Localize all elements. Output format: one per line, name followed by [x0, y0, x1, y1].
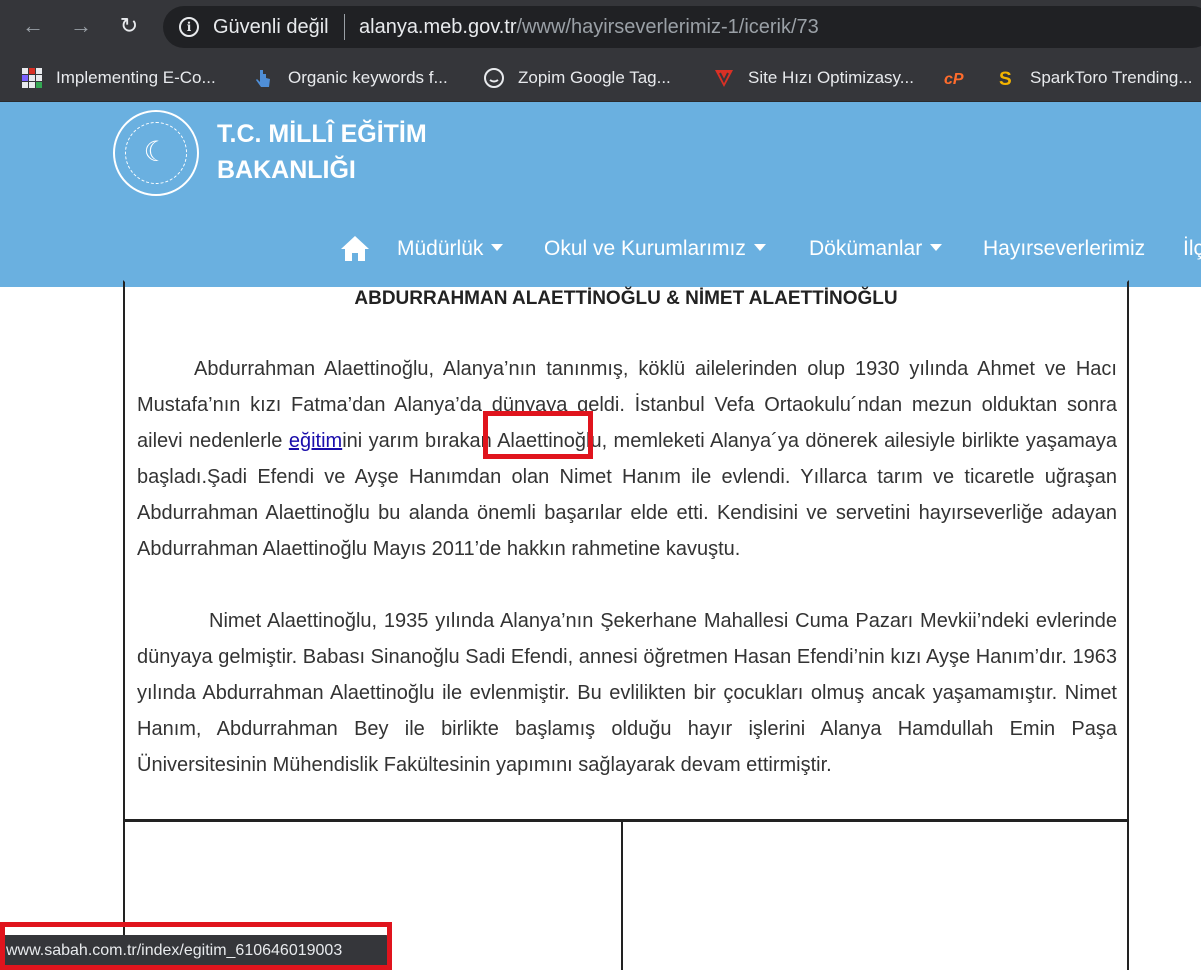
bookmark-site-hizi[interactable]: Site Hızı Optimizasy... — [714, 54, 914, 102]
link-highlight-box — [483, 411, 593, 459]
status-highlight-box — [0, 922, 392, 970]
nav-item-mudurluk[interactable]: Müdürlük — [397, 234, 504, 264]
browser-toolbar: ← → ↻ i Güvenli değil alanya.meb.gov.tr/… — [0, 0, 1201, 54]
egitim-link[interactable]: eğitim — [289, 430, 342, 452]
nav-label: Hayırseverlerimiz — [983, 237, 1146, 260]
article-table: ABDURRAHMAN ALAETTİNOĞLU & NİMET ALAETTİ… — [123, 280, 1129, 821]
address-bar[interactable]: i Güvenli değil alanya.meb.gov.tr/www/ha… — [163, 6, 1201, 48]
forward-arrow-icon[interactable]: → — [66, 10, 96, 42]
svg-text:S: S — [999, 69, 1012, 88]
bookmark-organic-keywords[interactable]: Organic keywords f... — [254, 54, 448, 102]
article-paragraph-2: Nimet Alaettinoğlu, 1935 yılında Alanya’… — [137, 603, 1117, 783]
nav-label: İlç — [1183, 237, 1201, 260]
paragraph-text: Nimet Alaettinoğlu, 1935 yılında Alanya’… — [137, 610, 1117, 776]
back-arrow-icon[interactable]: ← — [18, 10, 48, 42]
table-cell-right — [621, 821, 1129, 970]
bookmark-zopim-google-tag[interactable]: Zopim Google Tag... — [484, 54, 671, 102]
article-paragraph-1: Abdurrahman Alaettinoğlu, Alanya’nın tan… — [137, 351, 1117, 567]
cpanel-icon: cP — [944, 71, 964, 88]
home-icon[interactable] — [340, 234, 370, 262]
bookmarks-bar: Implementing E-Co... Organic keywords f.… — [0, 54, 1201, 102]
nav-item-ilceler[interactable]: İlç — [1183, 234, 1201, 264]
shield-v-icon — [715, 70, 733, 87]
nav-label: Okul ve Kurumlarımız — [544, 237, 746, 260]
chevron-down-icon — [930, 243, 943, 251]
svg-text:cP: cP — [944, 71, 964, 88]
sparktoro-icon: S — [999, 69, 1012, 88]
main-navigation: Müdürlük Okul ve Kurumlarımız Dökümanlar… — [0, 230, 1201, 270]
nav-item-okul-ve-kurumlarimiz[interactable]: Okul ve Kurumlarımız — [544, 234, 766, 264]
security-label[interactable]: Güvenli değil — [213, 15, 329, 39]
chevron-down-icon — [753, 243, 766, 251]
bookmark-implementing-ecommerce[interactable]: Implementing E-Co... — [22, 54, 216, 102]
grid-app-icon — [22, 68, 42, 88]
meb-logo[interactable]: ☾ — [113, 110, 199, 196]
reload-icon[interactable]: ↻ — [114, 10, 144, 42]
bookmark-sparktoro[interactable]: S SparkToro Trending... — [996, 54, 1193, 102]
bookmark-label: Zopim Google Tag... — [518, 68, 671, 87]
chat-icon — [484, 68, 504, 88]
nav-item-dokumanlar[interactable]: Dökümanlar — [809, 234, 943, 264]
info-icon[interactable]: i — [179, 17, 199, 37]
url-path: /www/hayirseverlerimiz-1/icerik/73 — [516, 16, 819, 38]
site-header: ☾ T.C. MİLLÎ EĞİTİM BAKANLIĞI Müdürlük O… — [0, 102, 1201, 287]
pointer-icon — [256, 70, 270, 87]
url-host: alanya.meb.gov.tr — [359, 16, 517, 38]
address-separator — [344, 14, 345, 40]
chevron-down-icon — [491, 243, 504, 251]
bookmark-label: SparkToro Trending... — [1030, 68, 1193, 87]
bookmark-label: Organic keywords f... — [288, 68, 448, 87]
url-text[interactable]: alanya.meb.gov.tr/www/hayirseverlerimiz-… — [359, 15, 819, 39]
bookmark-cpanel[interactable]: cP — [944, 54, 982, 102]
logo-emblem-icon: ☾ — [143, 136, 169, 167]
nav-label: Dökümanlar — [809, 237, 923, 260]
nav-item-hayirseverlerimiz[interactable]: Hayırseverlerimiz — [983, 234, 1145, 264]
ministry-title[interactable]: T.C. MİLLÎ EĞİTİM BAKANLIĞI — [217, 116, 477, 188]
bookmark-label: Site Hızı Optimizasy... — [748, 68, 914, 87]
nav-label: Müdürlük — [397, 237, 484, 260]
article-title: ABDURRAHMAN ALAETTİNOĞLU & NİMET ALAETTİ… — [354, 288, 898, 309]
bookmark-label: Implementing E-Co... — [56, 68, 216, 87]
